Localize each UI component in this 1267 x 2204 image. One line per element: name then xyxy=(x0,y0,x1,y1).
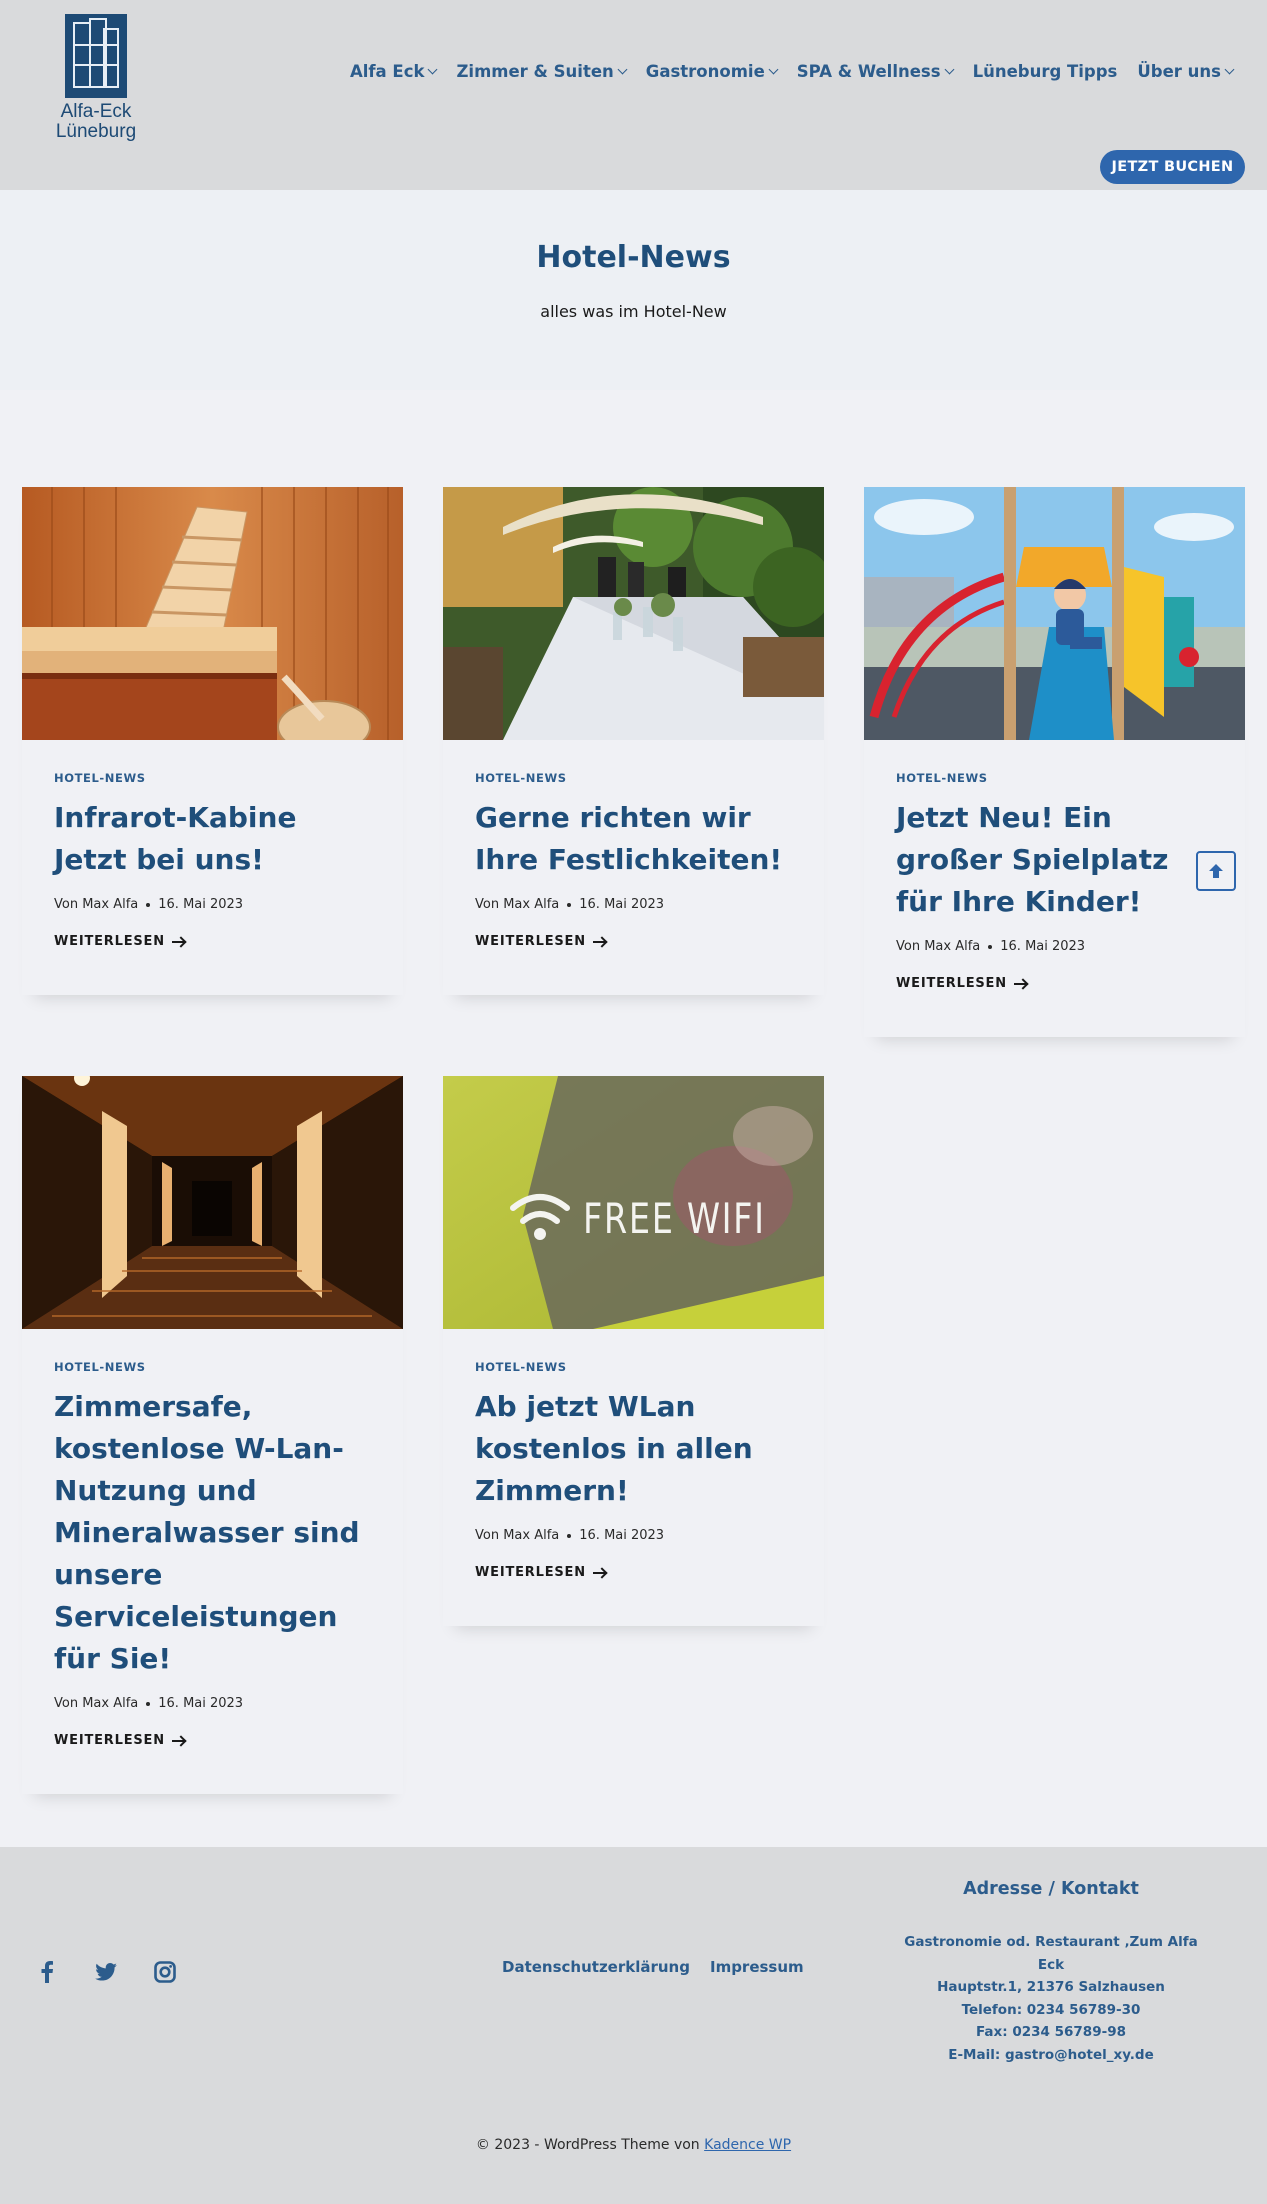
instagram-icon[interactable] xyxy=(150,1957,180,1987)
free-wifi-photo[interactable]: FREE WIFI xyxy=(443,1076,824,1329)
contact-fax: Fax: 0234 56789-98 xyxy=(976,2024,1126,2040)
post-card: HOTEL-NEWS Infrarot-Kabine Jetzt bei uns… xyxy=(22,487,403,995)
page-subtitle: alles was im Hotel-New xyxy=(540,302,727,321)
post-author: Von Max Alfa xyxy=(54,1696,139,1711)
post-meta: Von Max Alfa 16. Mai 2023 xyxy=(54,897,371,912)
post-title-link[interactable]: Ab jetzt WLan kostenlos in allen Zimmern… xyxy=(475,1386,792,1512)
nav-item-gastronomie[interactable]: Gastronomie xyxy=(646,62,779,81)
chevron-down-icon xyxy=(428,64,438,75)
site-logo[interactable]: Alfa-Eck Lüneburg xyxy=(50,14,142,142)
post-card: FREE WIFI HOTEL-NEWS Ab jetzt WLan koste… xyxy=(443,1076,824,1626)
read-more-link[interactable]: WEITERLESEN xyxy=(896,976,1213,991)
meta-separator-dot xyxy=(146,1701,151,1706)
post-author: Von Max Alfa xyxy=(475,1528,560,1543)
post-date: 16. Mai 2023 xyxy=(158,1696,244,1711)
post-card: HOTEL-NEWS Zimmersafe, kostenlose W-Lan-… xyxy=(22,1076,403,1794)
post-title-link[interactable]: Gerne richten wir Ihre Festlichkeiten! xyxy=(475,797,792,881)
meta-separator-dot xyxy=(567,902,572,907)
post-date: 16. Mai 2023 xyxy=(579,1528,665,1543)
post-card: HOTEL-NEWS Gerne richten wir Ihre Festli… xyxy=(443,487,824,995)
arrow-right-icon xyxy=(171,1739,184,1742)
logo-text-line1: Alfa-Eck xyxy=(60,101,132,122)
garden-table-photo[interactable] xyxy=(443,487,824,740)
post-meta: Von Max Alfa 16. Mai 2023 xyxy=(475,1528,792,1543)
post-author: Von Max Alfa xyxy=(896,939,981,954)
chevron-down-icon xyxy=(944,64,955,75)
meta-separator-dot xyxy=(567,1533,572,1538)
footer-navigation: Datenschutzerklärung Impressum xyxy=(502,1958,804,1976)
contact-email: E-Mail: gastro@hotel_xy.de xyxy=(948,2046,1154,2063)
contact-address: Hauptstr.1, 21376 Salzhausen xyxy=(937,1979,1165,1995)
post-card: HOTEL-NEWS Jetzt Neu! Ein großer Spielpl… xyxy=(864,487,1245,1037)
nav-item-lueneburg-tipps[interactable]: Lüneburg Tipps xyxy=(973,62,1118,81)
post-title-link[interactable]: Zimmersafe, kostenlose W-Lan-Nutzung und… xyxy=(54,1386,371,1680)
chevron-down-icon xyxy=(617,64,628,75)
free-wifi-photo-text: FREE WIFI xyxy=(583,1194,766,1243)
nav-item-spa-wellness[interactable]: SPA & Wellness xyxy=(797,62,955,81)
hallway-photo[interactable] xyxy=(22,1076,403,1329)
playground-photo[interactable] xyxy=(864,487,1245,740)
post-title-link[interactable]: Jetzt Neu! Ein großer Spielplatz für Ihr… xyxy=(896,797,1213,923)
contact-widget: Adresse / Kontakt Gastronomie od. Restau… xyxy=(890,1879,1212,2066)
impressum-link[interactable]: Impressum xyxy=(710,1958,804,1976)
post-author: Von Max Alfa xyxy=(475,897,560,912)
post-date: 16. Mai 2023 xyxy=(158,897,244,912)
post-date: 16. Mai 2023 xyxy=(579,897,665,912)
nav-item-alfa-eck[interactable]: Alfa Eck xyxy=(350,62,438,81)
post-title-link[interactable]: Infrarot-Kabine Jetzt bei uns! xyxy=(54,797,371,881)
nav-item-ueber-uns[interactable]: Über uns xyxy=(1137,62,1235,81)
site-header: Alfa-Eck Lüneburg Alfa Eck Zimmer & Suit… xyxy=(0,0,1267,190)
meta-separator-dot xyxy=(146,902,151,907)
page-title: Hotel-News xyxy=(536,240,731,275)
post-meta: Von Max Alfa 16. Mai 2023 xyxy=(475,897,792,912)
meta-separator-dot xyxy=(988,944,993,949)
read-more-link[interactable]: WEITERLESEN xyxy=(54,1733,371,1748)
post-category-link[interactable]: HOTEL-NEWS xyxy=(54,1360,371,1374)
facebook-icon[interactable] xyxy=(32,1957,62,1987)
kadence-wp-link[interactable]: Kadence WP xyxy=(704,2137,791,2153)
chevron-down-icon xyxy=(1224,64,1235,75)
post-meta: Von Max Alfa 16. Mai 2023 xyxy=(896,939,1213,954)
arrow-right-icon xyxy=(592,1571,605,1574)
read-more-link[interactable]: WEITERLESEN xyxy=(475,934,792,949)
nav-item-zimmer-suiten[interactable]: Zimmer & Suiten xyxy=(456,62,628,81)
contact-name: Gastronomie od. Restaurant ‚Zum Alfa Eck xyxy=(904,1934,1198,1973)
contact-title: Adresse / Kontakt xyxy=(963,1879,1139,1899)
post-category-link[interactable]: HOTEL-NEWS xyxy=(475,771,792,785)
chevron-down-icon xyxy=(768,64,779,75)
post-category-link[interactable]: HOTEL-NEWS xyxy=(475,1360,792,1374)
scroll-to-top-button[interactable] xyxy=(1196,851,1236,891)
copyright-text: © 2023 - WordPress Theme von xyxy=(475,2137,700,2153)
building-logo-icon xyxy=(65,14,127,98)
post-meta: Von Max Alfa 16. Mai 2023 xyxy=(54,1696,371,1711)
post-date: 16. Mai 2023 xyxy=(1000,939,1086,954)
read-more-link[interactable]: WEITERLESEN xyxy=(54,934,371,949)
read-more-link[interactable]: WEITERLESEN xyxy=(475,1565,792,1580)
sauna-photo[interactable] xyxy=(22,487,403,740)
datenschutz-link[interactable]: Datenschutzerklärung xyxy=(502,1958,690,1976)
arrow-right-icon xyxy=(592,940,605,943)
arrow-right-icon xyxy=(1013,982,1026,985)
twitter-icon[interactable] xyxy=(91,1957,121,1987)
post-category-link[interactable]: HOTEL-NEWS xyxy=(54,771,371,785)
site-footer: Datenschutzerklärung Impressum Adresse /… xyxy=(0,1847,1267,2204)
logo-text-line2: Lüneburg xyxy=(55,121,137,142)
copyright: © 2023 - WordPress Theme von Kadence WP xyxy=(0,2137,1267,2153)
post-category-link[interactable]: HOTEL-NEWS xyxy=(896,771,1213,785)
arrow-right-icon xyxy=(171,940,184,943)
contact-phone: Telefon: 0234 56789-30 xyxy=(961,2001,1141,2018)
archive-hero: Hotel-News alles was im Hotel-New xyxy=(0,190,1267,390)
main-navigation: Alfa Eck Zimmer & Suiten Gastronomie SPA… xyxy=(350,62,1235,81)
arrow-up-icon xyxy=(1209,864,1223,878)
post-author: Von Max Alfa xyxy=(54,897,139,912)
jetzt-buchen-button[interactable]: JETZT BUCHEN xyxy=(1100,150,1245,184)
